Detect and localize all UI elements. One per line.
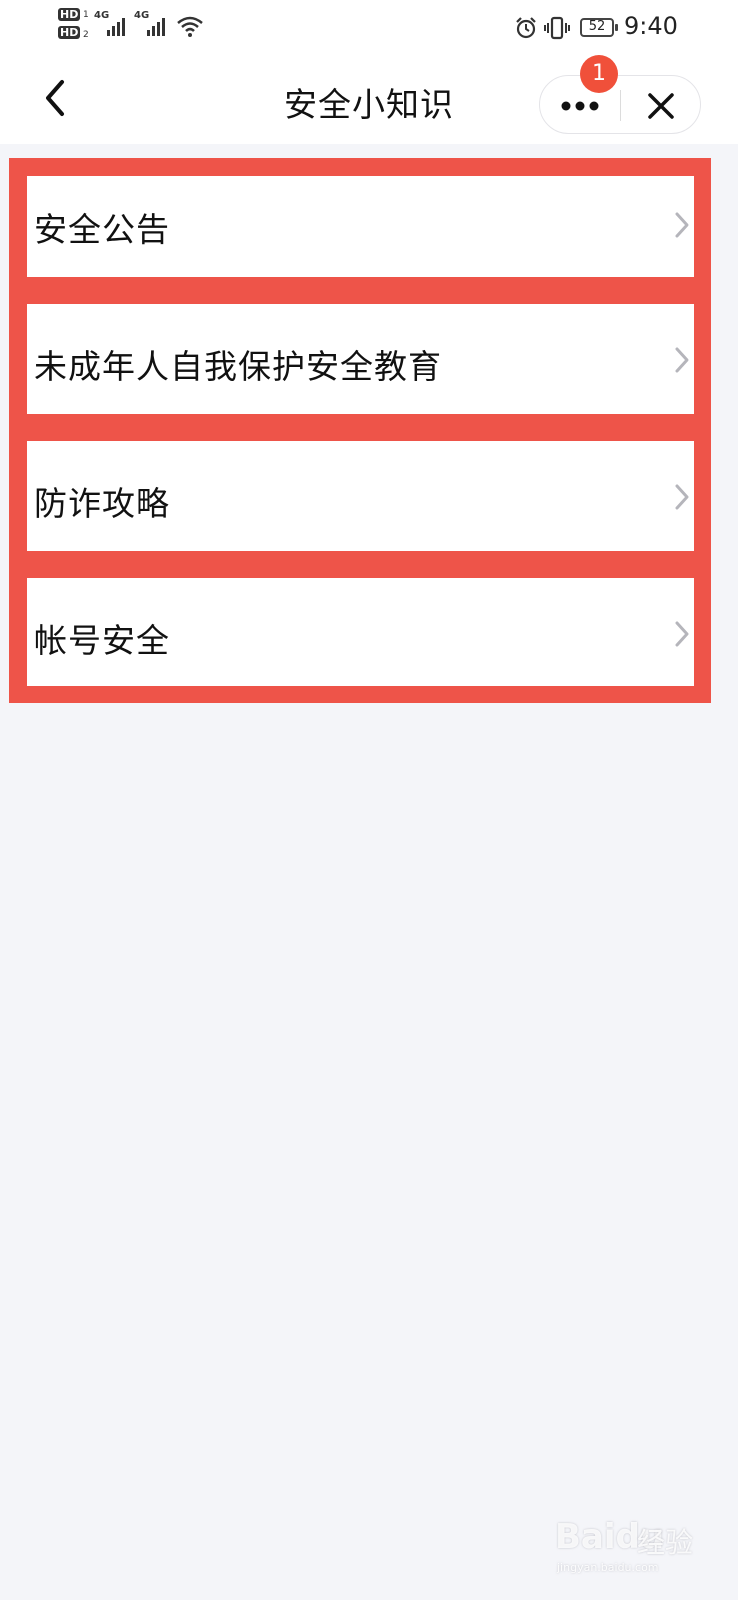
list-item-label: 未成年人自我保护安全教育 [34, 347, 442, 386]
vibrate-icon [544, 15, 570, 45]
alarm-icon [514, 16, 538, 44]
watermark: Baidu 经验 jingyan.baidu.com [555, 1505, 705, 1585]
clock: 9:40 [624, 12, 678, 40]
wifi-icon [176, 14, 204, 42]
chevron-right-icon [675, 484, 689, 510]
chevron-right-icon [675, 347, 689, 373]
more-icon [561, 101, 599, 110]
chevron-right-icon [675, 212, 689, 238]
list-item-label: 帐号安全 [34, 621, 170, 660]
close-button[interactable] [621, 76, 701, 135]
list-item-announcement[interactable]: 安全公告 [27, 176, 694, 277]
watermark-url: jingyan.baidu.com [557, 1561, 659, 1574]
battery-level: 52 [588, 19, 606, 34]
nav-bar: 安全小知识 [0, 56, 738, 144]
notification-badge: 1 [580, 55, 618, 93]
chevron-right-icon [675, 621, 689, 647]
menu-capsule [539, 75, 701, 134]
hd-indicators: HD 1 HD 2 [58, 8, 92, 44]
hd-icon: HD [58, 8, 80, 21]
status-bar: HD 1 HD 2 4G 4G 52 9:40 [0, 0, 738, 56]
hd-sub-2: 2 [83, 30, 89, 40]
list-item-minor-protection[interactable]: 未成年人自我保护安全教育 [27, 304, 694, 414]
list-item-label: 安全公告 [34, 210, 170, 249]
hd-sub-1: 1 [83, 10, 89, 20]
battery-icon: 52 [580, 18, 618, 37]
list-item-account-security[interactable]: 帐号安全 [27, 578, 694, 686]
list-item-anti-fraud[interactable]: 防诈攻略 [27, 441, 694, 551]
list-item-label: 防诈攻略 [34, 484, 170, 523]
watermark-text: 经验 [637, 1526, 694, 1559]
hd-icon: HD [58, 26, 80, 39]
close-icon [648, 92, 674, 119]
